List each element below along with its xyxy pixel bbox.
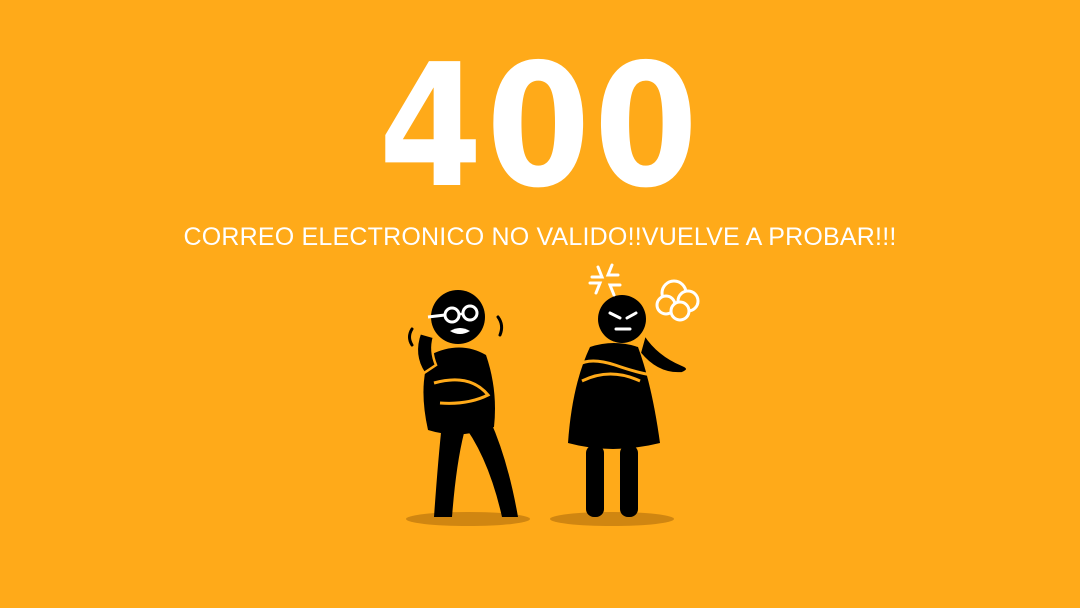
steam-puff-icon	[655, 279, 700, 322]
error-code: 400	[378, 28, 702, 226]
right-figure-shadow	[550, 512, 674, 526]
error-illustration	[406, 263, 700, 526]
scared-old-man-icon	[408, 290, 518, 517]
anger-symbol-icon	[588, 263, 622, 297]
error-message: CORREO ELECTRONICO NO VALIDO!!VUELVE A P…	[183, 223, 897, 251]
angry-woman-icon	[568, 295, 688, 517]
